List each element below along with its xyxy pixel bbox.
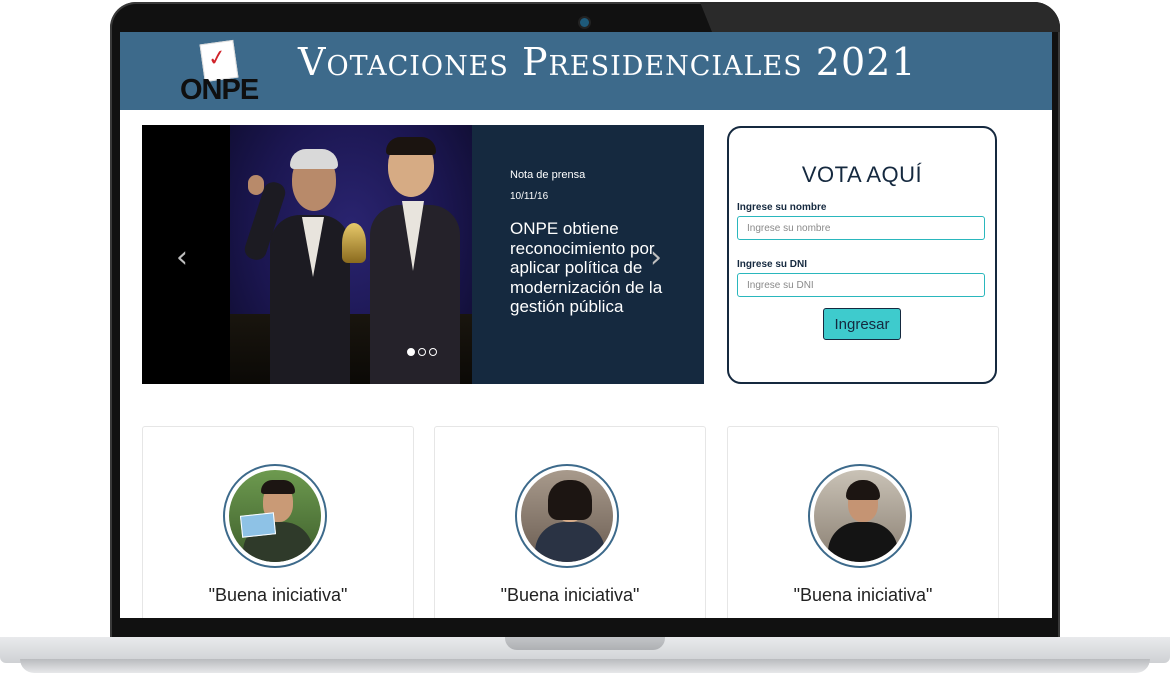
testimonial-quote: "Buena iniciativa" <box>793 585 933 605</box>
name-input[interactable] <box>737 216 985 240</box>
carousel-indicator-2[interactable] <box>418 348 426 356</box>
onpe-logo[interactable]: ✓ ONPE <box>178 39 264 106</box>
id-card-icon <box>239 512 277 538</box>
checkmark-icon: ✓ <box>206 44 229 73</box>
carousel-indicator-1[interactable] <box>407 348 415 356</box>
photo-person-1-hand <box>248 175 264 195</box>
carousel-indicator-3[interactable] <box>429 348 437 356</box>
testimonial-card: "Buena iniciativa" <box>142 426 414 618</box>
vote-title: VOTA AQUÍ <box>801 162 923 187</box>
carousel-caption: Nota de prensa 10/11/16 ONPE obtiene rec… <box>472 125 704 384</box>
testimonial-card: "Buena iniciativa" <box>434 426 706 618</box>
chevron-right-icon[interactable]: › <box>650 243 662 273</box>
avatar-ring <box>808 464 912 568</box>
bezel-reflection <box>700 2 1060 32</box>
avatar <box>521 470 613 562</box>
submit-button[interactable]: Ingresar <box>823 308 901 340</box>
logo-text: ONPE <box>180 74 259 106</box>
testimonial-card: "Buena iniciativa" <box>727 426 999 618</box>
photo-person-2-hair <box>386 137 436 155</box>
caption-kicker: Nota de prensa <box>510 169 586 181</box>
caption-date: 10/11/16 <box>510 191 549 202</box>
dni-input[interactable] <box>737 273 985 297</box>
testimonial-quote: "Buena iniciativa" <box>208 585 348 605</box>
news-carousel: Nota de prensa 10/11/16 ONPE obtiene rec… <box>142 125 704 384</box>
avatar-ring <box>223 464 327 568</box>
carousel-photo <box>230 125 472 384</box>
header-bar: ✓ ONPE Votaciones Presidenciales 2021 <box>120 32 1052 110</box>
avatar <box>814 470 906 562</box>
caption-headline[interactable]: ONPE obtiene reconocimiento por aplicar … <box>510 219 690 317</box>
name-label: Ingrese su nombre <box>737 202 827 213</box>
chevron-left-icon[interactable]: ‹ <box>176 243 188 273</box>
carousel-indicators <box>407 348 437 356</box>
testimonial-quote: "Buena iniciativa" <box>500 585 640 605</box>
avatar-hair <box>548 480 592 520</box>
laptop-base-bottom <box>20 659 1150 673</box>
page-title: Votaciones Presidenciales 2021 <box>298 40 917 84</box>
laptop-notch <box>505 637 665 650</box>
vote-panel: VOTA AQUÍ Ingrese su nombre Ingrese su D… <box>727 126 997 384</box>
trophy-icon <box>342 223 366 263</box>
avatar-hair <box>261 480 295 494</box>
photo-person-1-hair <box>290 149 338 169</box>
avatar <box>229 470 321 562</box>
webcam-icon <box>580 18 589 27</box>
dni-label: Ingrese su DNI <box>737 259 808 270</box>
screen: ✓ ONPE Votaciones Presidenciales 2021 No… <box>120 32 1052 618</box>
avatar-ring <box>515 464 619 568</box>
